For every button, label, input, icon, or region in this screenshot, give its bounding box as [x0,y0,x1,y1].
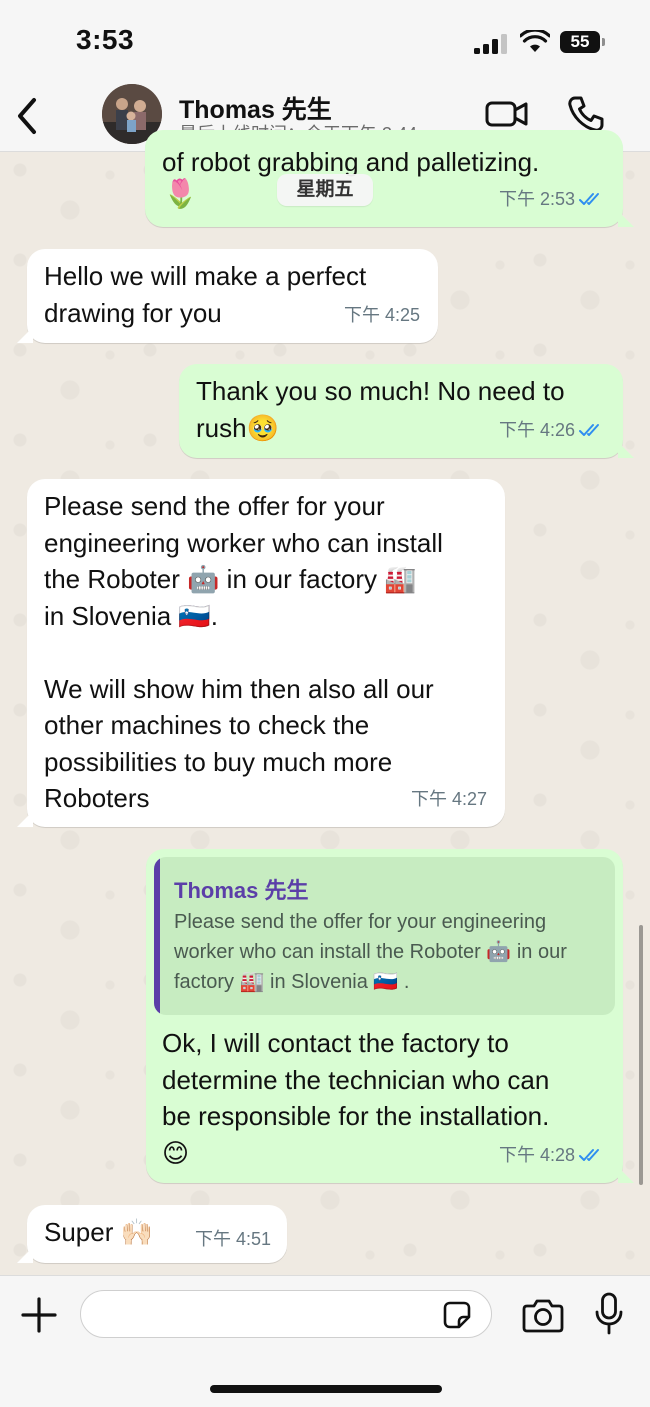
message-time: 下午 2:53 [498,188,575,209]
message-meta: 下午 2:53 [499,181,605,218]
status-bar: 3:53 55 [0,0,650,80]
message-time: 下午 4:27 [410,788,487,809]
microphone-button[interactable] [594,1292,624,1336]
message-bubble-incoming[interactable]: Please send the offer for your engineeri… [27,479,505,827]
message-text: Hello we will make a perfect drawing for… [44,261,367,328]
attach-plus-button[interactable] [20,1296,58,1334]
message-text: Super 🙌🏻 [44,1217,153,1247]
wifi-icon [520,30,550,52]
read-receipt-icon [579,1148,599,1161]
sticker-button[interactable] [442,1300,472,1330]
message-composer [0,1275,650,1407]
message-input[interactable] [80,1290,492,1338]
voice-call-button[interactable] [566,94,606,134]
battery-indicator: 55 [560,31,605,53]
message-time: 下午 4:28 [498,1144,575,1165]
quote-text: Please send the offer for your engineeri… [174,911,567,993]
message-bubble-outgoing[interactable]: Thank you so much! No need to rush🥹 下午 4… [179,364,623,458]
scrollbar[interactable] [639,925,643,1185]
status-time: 3:53 [76,24,135,55]
message-time: 下午 4:25 [343,304,420,325]
message-bubble-incoming[interactable]: Super 🙌🏻 下午 4:51 [27,1205,287,1263]
quote-author: Thomas 先生 [174,878,309,903]
quoted-message[interactable]: Thomas 先生 Please send the offer for your… [154,857,615,1015]
message-text: Ok, I will contact the factory to determ… [162,1028,550,1168]
message-time: 下午 4:26 [498,419,575,440]
message-bubble-incoming[interactable]: Hello we will make a perfect drawing for… [27,249,438,343]
message-meta: 下午 4:28 [499,1137,605,1174]
read-receipt-icon [579,192,599,205]
message-meta: 下午 4:26 [499,412,605,449]
message-meta: 下午 4:27 [411,781,487,818]
message-meta: 下午 4:51 [195,1221,271,1258]
tulip-emoji: 🌷 [163,178,198,209]
cellular-signal-icon [474,34,508,54]
message-time: 下午 4:51 [194,1228,271,1249]
message-bubble-outgoing[interactable]: of robot grabbing and palletizing. 🌷 下午 … [145,130,623,227]
message-meta: 下午 4:25 [344,297,420,334]
home-indicator [210,1385,442,1393]
date-separator: 星期五 [277,174,373,206]
message-bubble-outgoing[interactable]: Thomas 先生 Please send the offer for your… [146,849,623,1183]
back-button[interactable] [10,94,46,138]
video-call-button[interactable] [484,96,530,132]
read-receipt-icon [579,423,599,436]
camera-button[interactable] [522,1296,564,1334]
message-text: Please send the offer for your engineeri… [44,491,443,813]
